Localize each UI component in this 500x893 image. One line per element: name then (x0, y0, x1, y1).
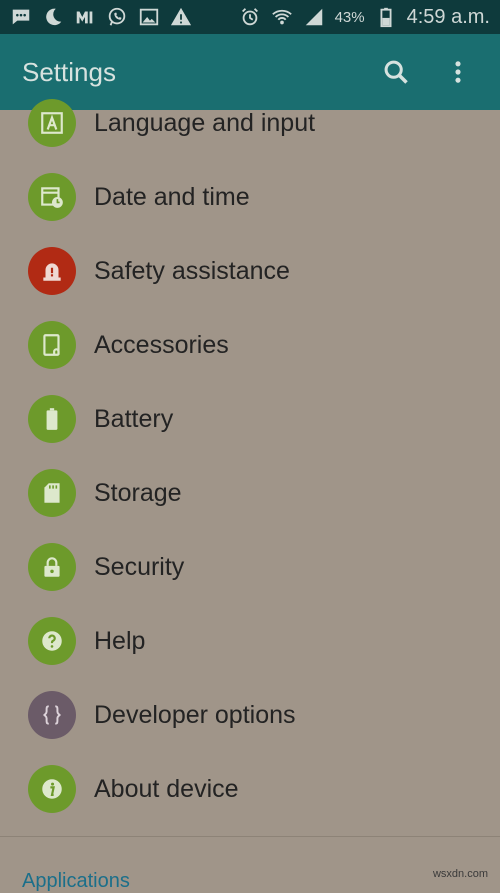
settings-item-label: Battery (94, 404, 174, 433)
calendar-clock-icon (28, 173, 76, 221)
settings-item-label: Date and time (94, 182, 250, 211)
settings-list: Language and input Date and time Safety … (0, 86, 500, 826)
section-divider (0, 836, 500, 837)
wifi-icon (271, 6, 293, 28)
alarm-icon (239, 6, 261, 28)
settings-item-developer-options[interactable]: Developer options (0, 678, 500, 752)
settings-item-safety-assistance[interactable]: Safety assistance (0, 234, 500, 308)
settings-item-accessories[interactable]: Accessories (0, 308, 500, 382)
m-app-icon (74, 6, 96, 28)
sd-card-icon (28, 469, 76, 517)
notification-icons (10, 6, 192, 28)
system-icons: 43% 4:59 a.m. (239, 6, 490, 29)
settings-item-label: Security (94, 552, 185, 581)
page-title: Settings (22, 56, 116, 87)
alert-siren-icon (28, 247, 76, 295)
section-header-applications: Applications (22, 870, 130, 892)
settings-item-date-and-time[interactable]: Date and time (0, 160, 500, 234)
lock-icon (28, 543, 76, 591)
battery-icon (28, 395, 76, 443)
settings-item-label: Language and input (94, 108, 316, 137)
settings-item-label: Safety assistance (94, 256, 290, 285)
chat-icon (10, 6, 32, 28)
gallery-icon (138, 6, 160, 28)
settings-item-label: Storage (94, 478, 182, 507)
settings-item-help[interactable]: Help (0, 604, 500, 678)
signal-icon (303, 6, 325, 28)
settings-item-battery[interactable]: Battery (0, 382, 500, 456)
settings-item-security[interactable]: Security (0, 530, 500, 604)
status-bar: 43% 4:59 a.m. (0, 0, 500, 34)
settings-item-language-and-input[interactable]: Language and input (0, 86, 500, 160)
moon-icon (42, 6, 64, 28)
warning-icon (170, 6, 192, 28)
settings-item-about-device[interactable]: About device (0, 752, 500, 826)
whatsapp-icon (106, 6, 128, 28)
language-icon (28, 99, 76, 147)
battery-icon (375, 6, 397, 28)
settings-item-label: About device (94, 774, 239, 803)
braces-icon (28, 691, 76, 739)
battery-percent: 43% (334, 8, 365, 26)
settings-item-label: Developer options (94, 700, 296, 729)
settings-item-storage[interactable]: Storage (0, 456, 500, 530)
info-icon (28, 765, 76, 813)
clock: 4:59 a.m. (406, 5, 490, 28)
more-vert-icon (455, 61, 461, 83)
search-icon (384, 60, 408, 84)
settings-item-label: Help (94, 626, 146, 655)
watermark: wsxdn.com (432, 868, 488, 880)
accessories-icon (28, 321, 76, 369)
settings-item-label: Accessories (94, 330, 229, 359)
help-icon (28, 617, 76, 665)
